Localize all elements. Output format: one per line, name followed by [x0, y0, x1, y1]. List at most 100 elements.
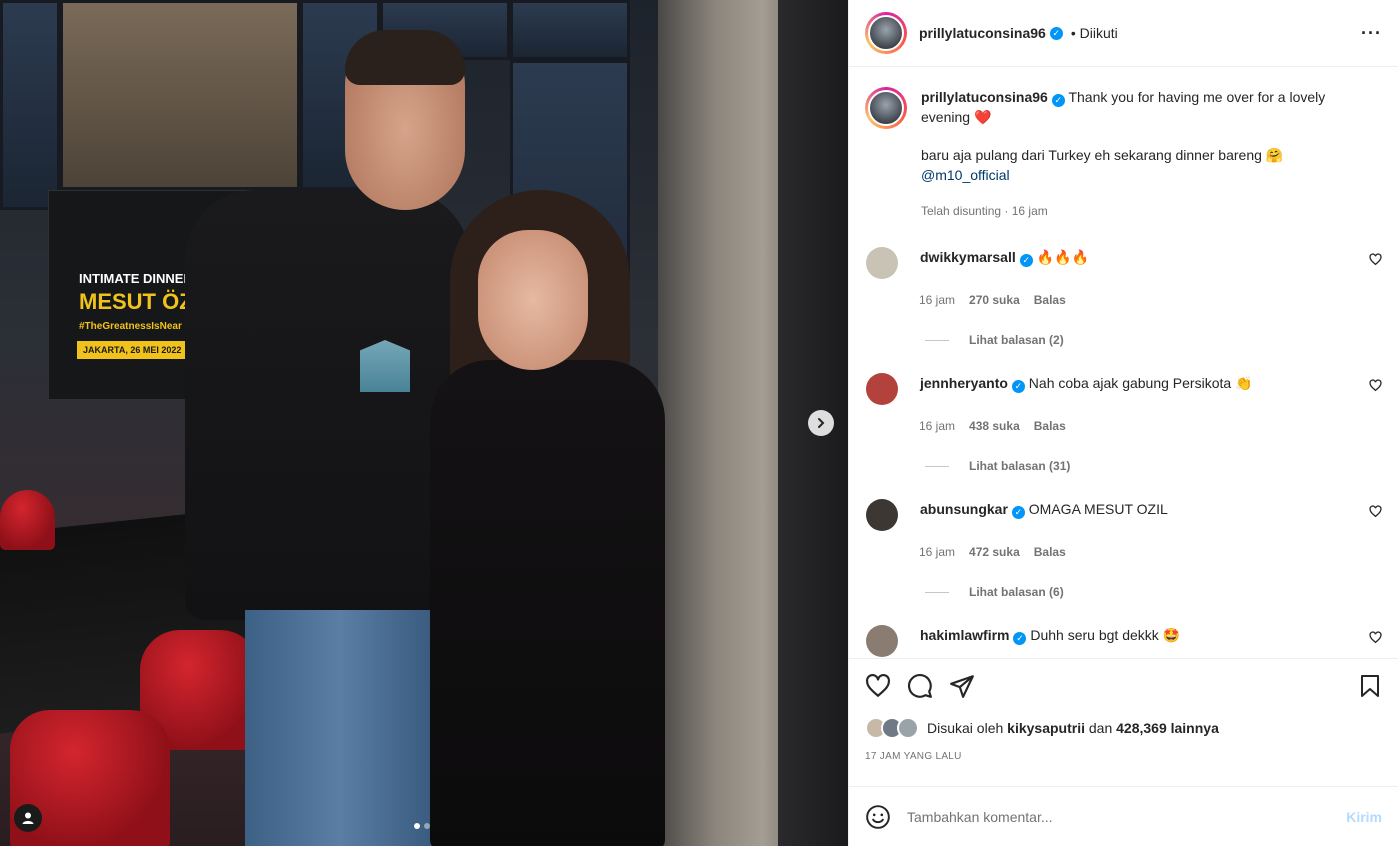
caption-avatar[interactable]: [865, 87, 907, 129]
post-caption: prillylatuconsina96 ✓ Thank you for havin…: [865, 87, 1382, 221]
window-pane: [510, 0, 630, 60]
tagged-users-button[interactable]: [14, 804, 42, 832]
post-actions: Disukai oleh kikysaputrii dan 428,369 la…: [849, 658, 1398, 786]
next-arrow-icon: [818, 418, 825, 428]
comment-body: abunsungkar ✓ OMAGA MESUT OZIL: [920, 499, 1350, 519]
comment-body: dwikkymarsall ✓ 🔥🔥🔥: [920, 247, 1350, 267]
more-icon[interactable]: ···: [1361, 23, 1382, 44]
next-photo-button[interactable]: [808, 410, 834, 436]
verified-icon: ✓: [1051, 94, 1065, 107]
comment-text: 🔥🔥🔥: [1036, 249, 1089, 265]
face: [478, 230, 588, 370]
replies-divider: [925, 339, 949, 341]
comment-heart-icon[interactable]: [1369, 379, 1382, 395]
comment-likes[interactable]: 472 suka: [969, 545, 1020, 559]
share-icon[interactable]: [949, 673, 975, 699]
comment-likes[interactable]: 438 suka: [969, 419, 1020, 433]
commenter-username[interactable]: dwikkymarsall: [920, 249, 1016, 265]
comment-heart-icon[interactable]: [1369, 253, 1382, 269]
carousel-dots: [414, 823, 430, 829]
commenter-avatar[interactable]: [866, 499, 898, 531]
comment-text: Duhh seru bgt dekkk 🤩: [1030, 627, 1181, 643]
caption-username[interactable]: prillylatuconsina96: [921, 89, 1048, 105]
comment-icon[interactable]: [907, 673, 933, 699]
comment-list: dwikkymarsall ✓ 🔥🔥🔥 16 jam 270 suka Balas Lih…: [865, 247, 1382, 658]
replies-divider: [925, 591, 949, 593]
tag-user-icon: [22, 812, 34, 824]
action-icons: [865, 673, 1382, 699]
emoji-icon[interactable]: [865, 804, 891, 830]
hoodie: [185, 190, 470, 620]
verified-icon: ✓: [1013, 632, 1027, 645]
liker-avatars: [865, 717, 919, 739]
likes-prefix: Disukai oleh: [927, 720, 1004, 736]
comment-time: 16 jam: [919, 545, 956, 559]
jeans: [245, 610, 435, 846]
comment-meta: 16 jam 270 suka Balas: [919, 293, 1382, 307]
hug-emoji: 🤗: [1265, 147, 1284, 163]
comment-item: hakimlawfirm✓ Duhh seru bgt dekkk 🤩17 ja…: [865, 625, 1382, 658]
verified-icon: ✓: [1049, 26, 1063, 40]
view-replies-label: Lihat balasan (31): [969, 459, 1071, 473]
comment-meta: 16 jam 472 suka Balas: [919, 545, 1382, 559]
view-replies-button[interactable]: Lihat balasan (31): [925, 459, 1382, 473]
comment-row: jennheryanto ✓ Nah coba ajak gabung Persi…: [865, 373, 1382, 405]
post-photo: INTIMATE DINNER MESUT ÖZIL #TheGreatness…: [0, 0, 848, 846]
caption-text: prillylatuconsina96 ✓ Thank you for havin…: [921, 87, 1361, 221]
banner-title: INTIMATE DINNER: [79, 271, 193, 286]
hair: [345, 30, 465, 85]
view-replies-button[interactable]: Lihat balasan (6): [925, 585, 1382, 599]
likes-summary: Disukai oleh kikysaputrii dan 428,369 la…: [865, 717, 1382, 739]
comment-input[interactable]: [907, 808, 1347, 825]
comment-likes[interactable]: 270 suka: [969, 293, 1020, 307]
post-timestamp: 17 JAM YANG LALU: [865, 751, 962, 762]
view-replies-button[interactable]: Lihat balasan (2): [925, 333, 1382, 347]
verified-icon: ✓: [1019, 254, 1033, 267]
comment-body: hakimlawfirm ✓ Duhh seru bgt dekkk 🤩: [920, 625, 1350, 645]
bookmark-icon[interactable]: [1358, 673, 1382, 699]
caption-edited-time: Telah disunting · 16 jam: [921, 204, 1048, 218]
commenter-username[interactable]: abunsungkar: [920, 501, 1008, 517]
comment-text: OMAGA MESUT OZIL: [1028, 501, 1168, 517]
view-replies-label: Lihat balasan (6): [969, 585, 1064, 599]
commenter-username[interactable]: jennheryanto: [920, 375, 1008, 391]
comment-item: dwikkymarsall ✓ 🔥🔥🔥 16 jam 270 suka Balas Lih…: [865, 247, 1382, 347]
window-pane: [0, 0, 60, 210]
comment-meta: 16 jam 438 suka Balas: [919, 419, 1382, 433]
likes-middle: dan: [1088, 720, 1113, 736]
caption-line-2: baru aja pulang dari Turkey eh sekarang …: [921, 147, 1262, 163]
view-replies-label: Lihat balasan (2): [969, 333, 1064, 347]
reply-button[interactable]: Balas: [1034, 419, 1066, 433]
commenter-username[interactable]: hakimlawfirm: [920, 627, 1009, 643]
carousel-dot: [424, 823, 430, 829]
caption-mention[interactable]: @m10_official: [921, 167, 1010, 183]
comment-heart-icon[interactable]: [1369, 505, 1382, 521]
heart-icon[interactable]: [865, 673, 891, 699]
comment-row: dwikkymarsall ✓ 🔥🔥🔥: [865, 247, 1382, 279]
author-avatar[interactable]: [865, 12, 907, 54]
follow-status[interactable]: • Diikuti: [1071, 25, 1118, 41]
commenter-avatar[interactable]: [866, 373, 898, 405]
commenter-avatar[interactable]: [866, 625, 898, 657]
likes-count[interactable]: 428,369 lainnya: [1116, 720, 1219, 736]
liker-avatar: [897, 717, 919, 739]
comment-item: abunsungkar ✓ OMAGA MESUT OZIL 16 jam 472 s…: [865, 499, 1382, 599]
comment-heart-icon[interactable]: [1369, 631, 1382, 647]
comment-text: Nah coba ajak gabung Persikota 👏: [1028, 375, 1253, 391]
black-dress: [430, 360, 665, 846]
follow-status-label: Diikuti: [1079, 25, 1118, 41]
reply-button[interactable]: Balas: [1034, 545, 1066, 559]
author-username[interactable]: prillylatuconsina96: [919, 25, 1046, 41]
comment-body: jennheryanto ✓ Nah coba ajak gabung Persi…: [920, 373, 1350, 393]
post-comment-button[interactable]: Kirim: [1346, 809, 1382, 825]
likes-user[interactable]: kikysaputrii: [1007, 720, 1085, 736]
verified-icon: ✓: [1011, 506, 1025, 519]
instagram-post-view: INTIMATE DINNER MESUT ÖZIL #TheGreatness…: [0, 0, 1398, 846]
banner-hashtag: #TheGreatnessIsNear: [79, 321, 182, 332]
add-comment-bar: Kirim: [849, 786, 1398, 846]
post-side-panel: prillylatuconsina96 ✓ • Diikuti ··· pril…: [848, 0, 1398, 846]
reply-button[interactable]: Balas: [1034, 293, 1066, 307]
comment-item: jennheryanto ✓ Nah coba ajak gabung Persi…: [865, 373, 1382, 473]
heart-emoji: ❤️: [973, 109, 992, 125]
commenter-avatar[interactable]: [866, 247, 898, 279]
